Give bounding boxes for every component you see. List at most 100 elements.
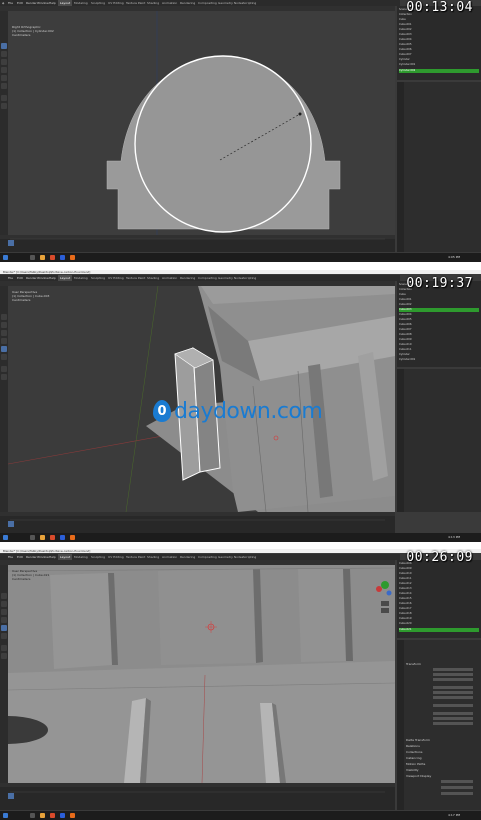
transform-tool-icon[interactable] [1, 354, 7, 360]
scale-z-field[interactable] [433, 722, 473, 725]
taskbar-app-icon[interactable] [30, 813, 35, 818]
outliner-item[interactable]: Cube.011 [399, 577, 479, 581]
blender-taskbar-icon[interactable] [70, 535, 75, 540]
outliner-item[interactable]: Cube.002 [399, 303, 479, 307]
start-icon[interactable] [3, 255, 8, 260]
taskbar-app-icon[interactable] [40, 535, 45, 540]
outliner-item[interactable]: Cube.006 [399, 48, 479, 52]
scale-tool-icon[interactable] [1, 75, 7, 81]
outliner-item[interactable]: Cube.017 [399, 607, 479, 611]
color-field[interactable] [441, 786, 473, 789]
rotate-tool-icon[interactable] [1, 617, 7, 623]
rotation-mode-select[interactable] [433, 704, 473, 707]
outliner-item[interactable]: Cube.008 [399, 333, 479, 337]
timeline[interactable] [0, 512, 395, 533]
transform-tool-icon[interactable] [1, 83, 7, 89]
outliner-item[interactable]: Cylinder [399, 58, 479, 62]
move-tool-icon[interactable] [1, 609, 7, 615]
outliner-item[interactable]: Cube.004 [399, 38, 479, 42]
outliner-item[interactable]: Cube.003 [399, 33, 479, 37]
taskbar-app-icon[interactable] [50, 255, 55, 260]
navigation-gizmo[interactable] [375, 577, 395, 617]
taskbar-app-icon[interactable] [30, 535, 35, 540]
select-tool-icon[interactable] [1, 43, 7, 49]
scale-tool-icon[interactable] [1, 625, 7, 631]
props-section-delta-transform[interactable]: Delta Transform [406, 738, 430, 742]
outliner-item[interactable]: Cube [399, 293, 479, 297]
measure-tool-icon[interactable] [1, 103, 7, 109]
taskbar-app-icon[interactable] [60, 535, 65, 540]
taskbar-app-icon[interactable] [30, 255, 35, 260]
rotate-tool-icon[interactable] [1, 67, 7, 73]
scale-x-field[interactable] [433, 712, 473, 715]
outliner-item[interactable]: Cube.005 [399, 43, 479, 47]
props-section-motion-paths[interactable]: Motion Paths [406, 762, 425, 766]
outliner-item[interactable]: Cube.004 [399, 313, 479, 317]
move-tool-icon[interactable] [1, 59, 7, 65]
cursor-tool-icon[interactable] [1, 322, 7, 328]
props-section-collections[interactable]: Collections [406, 750, 422, 754]
3d-viewport[interactable]: Right Orthographic (1) Collection | Cyli… [8, 11, 395, 235]
props-section-transform[interactable]: Transform [406, 662, 421, 666]
outliner-item[interactable]: Cube.010 [399, 572, 479, 576]
outliner-item[interactable]: Cube.012 [399, 582, 479, 586]
outliner-item[interactable]: Cube.010 [399, 343, 479, 347]
rotate-tool-icon[interactable] [1, 338, 7, 344]
props-section-viewport-display[interactable]: Viewport Display [406, 774, 431, 778]
outliner-item-selected[interactable]: Cylinder.002 [399, 69, 479, 73]
outliner-item[interactable]: Cube.001 [399, 298, 479, 302]
properties-tabs[interactable] [397, 369, 404, 512]
start-icon[interactable] [3, 535, 8, 540]
taskbar-app-icon[interactable] [60, 255, 65, 260]
outliner-item[interactable]: Cube.020 [399, 622, 479, 626]
props-section-relations[interactable]: Relations [406, 744, 420, 748]
outliner-item[interactable]: Cylinder.001 [399, 358, 479, 362]
outliner-item[interactable]: Cube.009 [399, 567, 479, 571]
rotation-y-field[interactable] [433, 691, 473, 694]
scale-tool-icon[interactable] [1, 346, 7, 352]
timeline[interactable] [0, 235, 395, 252]
location-x-field[interactable] [433, 668, 473, 671]
measure-tool-icon[interactable] [1, 374, 7, 380]
select-tool-icon[interactable] [1, 593, 7, 599]
outliner-item-selected[interactable]: Cube.021 [399, 628, 479, 632]
outliner-item[interactable]: Cube.014 [399, 592, 479, 596]
props-section-instancing[interactable]: Instancing [406, 756, 422, 760]
timeline[interactable] [0, 783, 395, 810]
display-as-select[interactable] [441, 780, 473, 783]
blender-taskbar-icon[interactable] [70, 255, 75, 260]
properties-tabs[interactable] [397, 82, 404, 252]
outliner-item[interactable]: Cylinder.001 [399, 63, 479, 67]
measure-tool-icon[interactable] [1, 653, 7, 659]
taskbar-app-icon[interactable] [50, 813, 55, 818]
location-y-field[interactable] [433, 673, 473, 676]
rotation-x-field[interactable] [433, 686, 473, 689]
blender-taskbar-icon[interactable] [70, 813, 75, 818]
outliner-item[interactable]: Cube.006 [399, 323, 479, 327]
outliner-item[interactable]: Cube.005 [399, 318, 479, 322]
outliner-item[interactable]: Cube.013 [399, 587, 479, 591]
taskbar-app-icon[interactable] [40, 255, 45, 260]
outliner-item[interactable]: Cube.019 [399, 617, 479, 621]
taskbar-app-icon[interactable] [40, 813, 45, 818]
taskbar-app-icon[interactable] [50, 535, 55, 540]
3d-viewport[interactable]: User Perspective (1) Collection | Cube.0… [8, 565, 395, 783]
start-icon[interactable] [3, 813, 8, 818]
rotation-z-field[interactable] [433, 696, 473, 699]
location-z-field[interactable] [433, 678, 473, 681]
transform-tool-icon[interactable] [1, 633, 7, 639]
outliner-item[interactable]: Cube.002 [399, 28, 479, 32]
outliner-item[interactable]: Cylinder [399, 353, 479, 357]
scale-y-field[interactable] [433, 717, 473, 720]
outliner-item[interactable]: Cube.016 [399, 602, 479, 606]
bounds-select[interactable] [441, 792, 473, 795]
outliner-item[interactable]: Cube.009 [399, 338, 479, 342]
props-section-visibility[interactable]: Visibility [406, 768, 419, 772]
outliner-item[interactable]: Cube [399, 18, 479, 22]
select-tool-icon[interactable] [1, 314, 7, 320]
annotate-tool-icon[interactable] [1, 645, 7, 651]
outliner-item[interactable]: Cube.007 [399, 53, 479, 57]
outliner-item-selected[interactable]: Cube.003 [399, 308, 479, 312]
properties-tabs[interactable] [397, 640, 404, 810]
outliner-item[interactable]: Cube.001 [399, 23, 479, 27]
